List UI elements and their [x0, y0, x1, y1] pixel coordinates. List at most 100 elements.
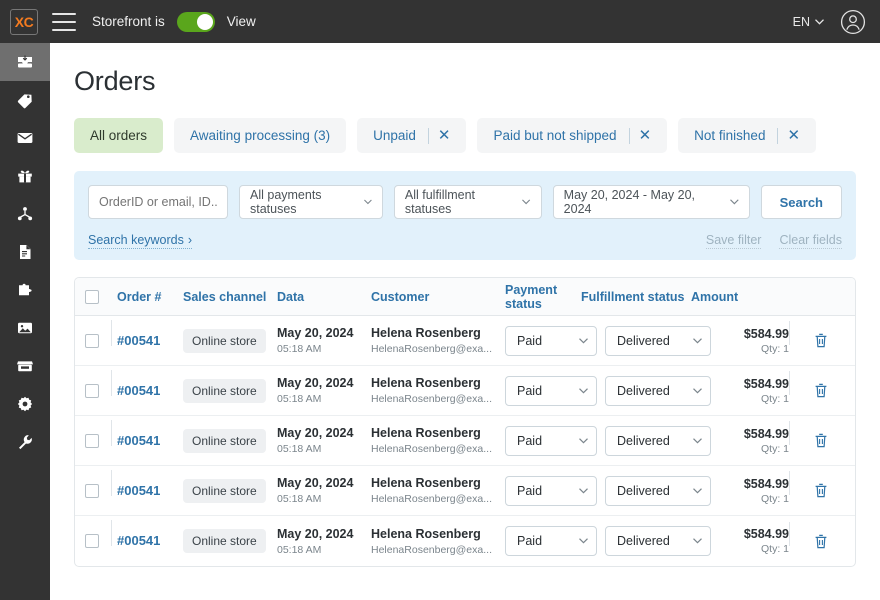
tab-all-orders[interactable]: All orders	[74, 118, 163, 153]
sidebar-item-mail[interactable]	[0, 119, 50, 157]
date-range-select[interactable]: May 20, 2024 - May 20, 2024	[553, 185, 750, 219]
row-checkbox[interactable]	[85, 484, 99, 498]
search-actions: Save filter Clear fields	[706, 233, 842, 249]
orders-inbox-icon	[16, 53, 34, 71]
customer-email: HelenaRosenberg@exa...	[371, 393, 505, 405]
gear-icon	[16, 395, 34, 413]
column-header-amount[interactable]: Amount	[691, 290, 775, 304]
row-select-cell	[85, 434, 117, 448]
sidebar-item-channels[interactable]	[0, 195, 50, 233]
share-nodes-icon	[16, 205, 34, 223]
trash-icon[interactable]	[813, 432, 829, 449]
user-circle-icon[interactable]	[840, 9, 866, 35]
payment-status-select[interactable]: All payments statuses	[239, 185, 383, 219]
order-link[interactable]: #00541	[117, 533, 160, 548]
tab-label: Unpaid	[373, 128, 416, 143]
chevron-down-icon	[693, 488, 702, 494]
tab-paid-but-not-shipped[interactable]: Paid but not shipped ✕	[477, 118, 667, 153]
order-link[interactable]: #00541	[117, 383, 160, 398]
sidebar-item-promotions[interactable]	[0, 157, 50, 195]
fulfillment-status-value: Delivered	[617, 384, 670, 398]
cell-fulfillment-status: Delivered	[605, 376, 721, 406]
payment-status-dropdown[interactable]: Paid	[505, 326, 597, 356]
table-row[interactable]: #00541 Online store May 20, 2024 05:18 A…	[75, 316, 855, 366]
close-icon[interactable]: ✕	[438, 128, 451, 143]
table-row[interactable]: #00541 Online store May 20, 2024 05:18 A…	[75, 516, 855, 566]
row-checkbox[interactable]	[85, 534, 99, 548]
cell-payment-status: Paid	[505, 476, 605, 506]
cell-fulfillment-status: Delivered	[605, 326, 721, 356]
sidebar-item-apps[interactable]	[0, 271, 50, 309]
select-all-checkbox[interactable]	[85, 290, 99, 304]
row-checkbox[interactable]	[85, 434, 99, 448]
image-icon	[16, 319, 34, 337]
order-link[interactable]: #00541	[117, 333, 160, 348]
sidebar-item-design[interactable]	[0, 309, 50, 347]
payment-status-dropdown[interactable]: Paid	[505, 426, 597, 456]
row-checkbox[interactable]	[85, 384, 99, 398]
chevron-down-icon	[579, 388, 588, 394]
view-label[interactable]: View	[227, 14, 256, 29]
fulfillment-status-select[interactable]: All fulfillment statuses	[394, 185, 542, 219]
fulfillment-status-dropdown[interactable]: Delivered	[605, 476, 711, 506]
payment-status-dropdown[interactable]: Paid	[505, 526, 597, 556]
table-row[interactable]: #00541 Online store May 20, 2024 05:18 A…	[75, 466, 855, 516]
tab-unpaid[interactable]: Unpaid ✕	[357, 118, 466, 153]
payment-status-value: Paid	[517, 384, 542, 398]
trash-icon[interactable]	[813, 332, 829, 349]
chevron-down-icon	[693, 538, 702, 544]
trash-icon[interactable]	[813, 382, 829, 399]
storefront-toggle[interactable]	[177, 12, 215, 32]
search-keywords-link[interactable]: Search keywords›	[88, 233, 192, 249]
payment-status-dropdown[interactable]: Paid	[505, 376, 597, 406]
trash-icon[interactable]	[813, 533, 829, 550]
fulfillment-status-dropdown[interactable]: Delivered	[605, 376, 711, 406]
column-header-fulfillment-status[interactable]: Fulfillment status	[581, 290, 691, 304]
column-header-payment-status[interactable]: Payment status	[505, 283, 581, 311]
column-header-date[interactable]: Data	[277, 290, 371, 304]
language-selector[interactable]: EN	[793, 15, 824, 29]
fulfillment-status-dropdown[interactable]: Delivered	[605, 326, 711, 356]
gift-icon	[16, 167, 34, 185]
payment-status-value: Paid	[517, 334, 542, 348]
top-bar: XC Storefront is View EN	[0, 0, 880, 43]
fulfillment-status-dropdown[interactable]: Delivered	[605, 426, 711, 456]
sidebar-item-catalog[interactable]	[0, 81, 50, 119]
storefront-icon	[16, 357, 34, 375]
sidebar-item-tools[interactable]	[0, 423, 50, 461]
trash-icon[interactable]	[813, 482, 829, 499]
close-icon[interactable]: ✕	[639, 128, 652, 143]
sidebar-item-pages[interactable]	[0, 233, 50, 271]
order-link[interactable]: #00541	[117, 483, 160, 498]
payment-status-dropdown[interactable]: Paid	[505, 476, 597, 506]
tab-awaiting-processing[interactable]: Awaiting processing (3)	[174, 118, 346, 153]
hamburger-icon[interactable]	[52, 13, 76, 31]
order-date: May 20, 2024	[277, 376, 371, 391]
top-bar-right: EN	[793, 9, 866, 35]
tab-not-finished[interactable]: Not finished ✕	[678, 118, 816, 153]
fulfillment-status-dropdown[interactable]: Delivered	[605, 526, 711, 556]
row-checkbox[interactable]	[85, 334, 99, 348]
app-logo[interactable]: XC	[10, 9, 38, 35]
select-all-cell	[85, 290, 117, 304]
customer-name: Helena Rosenberg	[371, 326, 505, 341]
save-filter-link[interactable]: Save filter	[706, 233, 762, 249]
sidebar-item-orders[interactable]	[0, 43, 50, 81]
table-row[interactable]: #00541 Online store May 20, 2024 05:18 A…	[75, 416, 855, 466]
customer-email: HelenaRosenberg@exa...	[371, 544, 505, 556]
cell-order: #00541	[117, 482, 183, 500]
sidebar-item-storefront[interactable]	[0, 347, 50, 385]
column-header-sales-channel[interactable]: Sales channel	[183, 290, 277, 304]
clear-fields-link[interactable]: Clear fields	[779, 233, 842, 249]
row-select-cell	[85, 534, 117, 548]
table-row[interactable]: #00541 Online store May 20, 2024 05:18 A…	[75, 366, 855, 416]
search-button[interactable]: Search	[761, 185, 842, 219]
search-input[interactable]	[88, 185, 228, 219]
order-link[interactable]: #00541	[117, 433, 160, 448]
column-header-customer[interactable]: Customer	[371, 290, 505, 304]
sidebar-item-settings[interactable]	[0, 385, 50, 423]
column-header-order[interactable]: Order #	[117, 290, 183, 304]
cell-sales-channel: Online store	[183, 479, 277, 503]
close-icon[interactable]: ✕	[787, 128, 800, 143]
chevron-down-icon	[693, 388, 702, 394]
